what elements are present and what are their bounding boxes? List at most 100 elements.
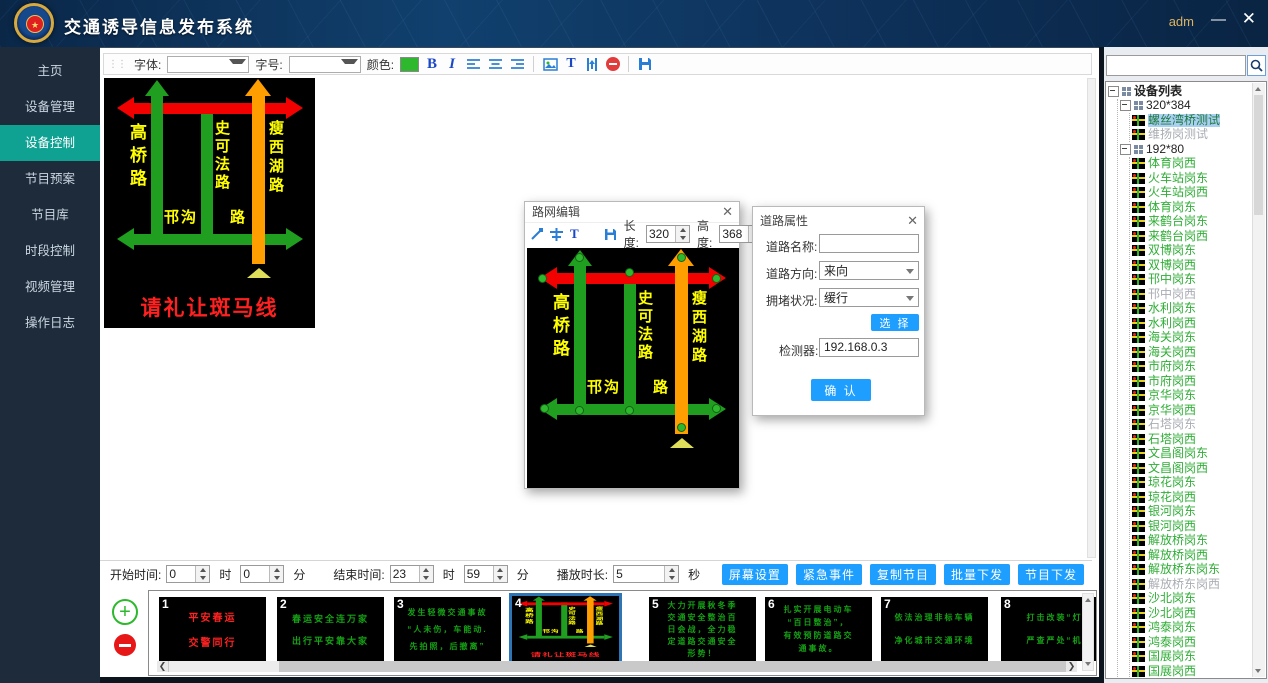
program-thumbnail-6[interactable]: 6扎实开展电动车“百日整治”，有效预防道路交通事故。 [765,597,872,661]
step-up-icon[interactable] [665,566,678,574]
bold-button[interactable]: B [425,56,439,73]
device-item[interactable]: 沙北岗西 [1132,606,1253,621]
edit-handle[interactable] [575,253,584,262]
draw-line-icon[interactable] [530,226,543,242]
canvas-vertical-scrollbar[interactable] [1087,78,1096,558]
device-item[interactable]: 体育岗西 [1132,157,1253,172]
step-up-icon[interactable] [196,566,209,574]
sign-preview-canvas[interactable]: 高桥路史可法路瘦西湖路邗沟路请礼让斑马线 [104,78,315,328]
scrollbar-thumb[interactable] [1254,95,1263,215]
device-item[interactable]: 文昌阁岗西 [1132,461,1253,476]
device-item[interactable]: 沙北岗东 [1132,592,1253,607]
step-up-icon[interactable] [420,566,433,574]
detector-field[interactable]: 192.168.0.3 [819,338,919,357]
edit-handle[interactable] [712,404,721,413]
close-icon[interactable]: ✕ [907,213,918,229]
sidebar-item-7[interactable]: 视频管理 [0,269,100,305]
sidebar-item-4[interactable]: 节目预案 [0,161,100,197]
scroll-up-icon[interactable] [1253,84,1263,94]
save-icon[interactable] [604,226,617,242]
expand-collapse-icon[interactable] [1120,144,1131,155]
tree-group-192*80[interactable]: 192*80 [1120,142,1253,157]
device-item[interactable]: 来鹤台岗东 [1132,215,1253,230]
device-item[interactable]: 石塔岗东 [1132,418,1253,433]
step-down-icon[interactable] [420,574,433,582]
device-item[interactable]: 双博岗西 [1132,258,1253,273]
step-up-icon[interactable] [494,566,507,574]
search-button[interactable] [1247,55,1266,76]
program-thumbnail-5[interactable]: 5大力开展秋冬季交通安全整治百日会战，全力稳定道路交通安全形势！ [649,597,756,661]
save-icon[interactable] [637,56,653,72]
playbar-button-5[interactable]: 节目下发 [1018,564,1084,585]
start-hour-stepper[interactable]: 0 [166,565,210,583]
scroll-right-icon[interactable]: ❯ [1066,661,1077,672]
select-detector-button[interactable]: 选 择 [871,314,919,331]
device-item[interactable]: 鸿泰岗东 [1132,621,1253,636]
edit-handle[interactable] [575,406,584,415]
edit-handle[interactable] [625,406,634,415]
delete-button[interactable] [606,57,620,71]
step-up-icon[interactable] [270,566,283,574]
duration-stepper[interactable]: 5 [613,565,679,583]
device-item[interactable]: 螺丝湾桥测试 [1132,113,1253,128]
text-tool-button[interactable]: T [570,226,579,242]
device-search-input[interactable] [1106,55,1246,76]
step-down-icon[interactable] [665,574,678,582]
device-item[interactable]: 国展岗西 [1132,664,1253,679]
edit-handle[interactable] [625,268,634,277]
window-close-icon[interactable]: ✕ [1242,9,1256,29]
device-item[interactable]: 海关岗东 [1132,331,1253,346]
align-left-icon[interactable] [465,56,481,72]
device-item[interactable]: 来鹤台岗西 [1132,229,1253,244]
text-tool-button[interactable]: T [564,56,578,72]
align-right-icon[interactable] [509,56,525,72]
scroll-down-icon[interactable] [1083,659,1093,669]
device-item[interactable]: 水利岗西 [1132,316,1253,331]
edit-handle[interactable] [712,274,721,283]
step-down-icon[interactable] [494,574,507,582]
scrollbar-thumb[interactable] [169,661,279,672]
program-thumbnail-1[interactable]: 1平安春运交警同行 [159,597,266,661]
device-item[interactable]: 石塔岗西 [1132,432,1253,447]
expand-collapse-icon[interactable] [1120,100,1131,111]
playbar-button-1[interactable]: 屏幕设置 [722,564,788,585]
length-stepper[interactable]: 320 [646,225,690,243]
scroll-left-icon[interactable]: ❮ [157,661,168,672]
device-item[interactable]: 解放桥东岗西 [1132,577,1253,592]
edit-handle[interactable] [677,423,686,432]
tree-group-320*384[interactable]: 320*384 [1120,99,1253,114]
device-item[interactable]: 解放桥岗西 [1132,548,1253,563]
playbar-button-3[interactable]: 复制节目 [870,564,936,585]
edit-handle[interactable] [540,404,549,413]
sidebar-item-2[interactable]: 设备管理 [0,89,100,125]
remove-program-button[interactable] [114,634,136,656]
confirm-button[interactable]: 确 认 [811,379,871,401]
program-thumbnail-2[interactable]: 2春运安全连万家出行平安靠大家 [277,597,384,661]
sidebar-item-5[interactable]: 节目库 [0,197,100,233]
close-icon[interactable]: ✕ [722,204,733,220]
sidebar-item-1[interactable]: 主页 [0,53,100,89]
program-thumbnail-7[interactable]: 7依法治理非标车辆净化城市交通环境 [881,597,988,661]
window-minimize-icon[interactable]: — [1211,11,1226,28]
program-thumbnail-4[interactable]: 4高桥路史可法路瘦西湖路邗沟路请礼让斑马线 [509,593,622,667]
device-item[interactable]: 火车站岗西 [1132,186,1253,201]
device-item[interactable]: 解放桥东岗东 [1132,563,1253,578]
end-hour-stepper[interactable]: 23 [390,565,434,583]
road-name-field[interactable] [819,234,919,253]
device-item[interactable]: 国展岗东 [1132,650,1253,665]
font-select[interactable] [167,56,249,73]
start-minute-stepper[interactable]: 0 [240,565,284,583]
congestion-select[interactable]: 缓行 [819,288,919,307]
insert-image-icon[interactable] [542,56,558,72]
device-item[interactable]: 市府岗东 [1132,360,1253,375]
strip-vertical-scrollbar[interactable] [1082,593,1094,671]
road-direction-select[interactable]: 来向 [819,261,919,280]
device-item[interactable]: 市府岗西 [1132,374,1253,389]
strip-horizontal-scrollbar[interactable]: ❮ ❯ [157,661,1077,672]
align-center-icon[interactable] [487,56,503,72]
device-item[interactable]: 维扬岗测试 [1132,128,1253,143]
program-thumbnail-3[interactable]: 3发生轻微交通事故“人未伤，车能动.先拍照，后撤离” [394,597,501,661]
edit-handle[interactable] [538,274,547,283]
device-item[interactable]: 文昌阁岗东 [1132,447,1253,462]
sidebar-item-6[interactable]: 时段控制 [0,233,100,269]
